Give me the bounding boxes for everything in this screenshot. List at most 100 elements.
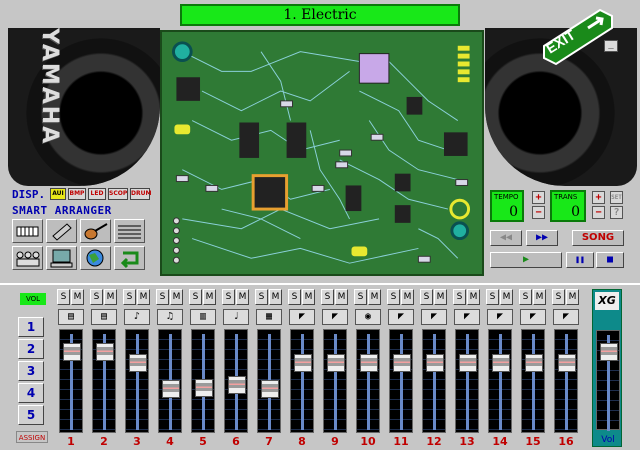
solo-button[interactable]: S [123, 289, 136, 305]
score-icon[interactable] [114, 219, 145, 243]
forward-button[interactable]: ▶▶ [526, 230, 558, 246]
disp-mode-aui[interactable]: AUI [50, 188, 66, 200]
mute-button[interactable]: M [104, 289, 117, 305]
channel-strip-5: S M ▥ 5 [188, 289, 218, 449]
guitar-icon[interactable]: ♪ [124, 309, 150, 325]
tempo-minus-button[interactable]: − [532, 206, 545, 219]
mute-button[interactable]: M [368, 289, 381, 305]
piano-icon[interactable]: ▤ [91, 309, 117, 325]
pause-button[interactable]: ❚❚ [566, 252, 594, 268]
gun-icon[interactable]: ◤ [388, 309, 414, 325]
organ-icon[interactable]: ▦ [256, 309, 282, 325]
solo-button[interactable]: S [354, 289, 367, 305]
fader-knob[interactable] [63, 343, 81, 361]
drum-icon[interactable]: ◉ [355, 309, 381, 325]
solo-button[interactable]: S [552, 289, 565, 305]
gun-icon[interactable]: ◤ [322, 309, 348, 325]
mute-button[interactable]: M [434, 289, 447, 305]
mute-button[interactable]: M [71, 289, 84, 305]
trans-minus-button[interactable]: − [592, 206, 605, 219]
help-button[interactable]: ? [610, 206, 623, 219]
fader-knob[interactable] [525, 354, 543, 372]
group-button-2[interactable]: 2 [18, 339, 44, 359]
assign-button[interactable]: ASSIGN [16, 431, 48, 443]
trans-plus-button[interactable]: + [592, 191, 605, 204]
tempo-plus-button[interactable]: + [532, 191, 545, 204]
gun-icon[interactable]: ◤ [553, 309, 579, 325]
tools-icon[interactable] [46, 219, 77, 243]
solo-button[interactable]: S [57, 289, 70, 305]
solo-button[interactable]: S [90, 289, 103, 305]
group-button-1[interactable]: 1 [18, 317, 44, 337]
brass-icon[interactable]: ♩ [223, 309, 249, 325]
fader-knob[interactable] [129, 354, 147, 372]
mute-button[interactable]: M [203, 289, 216, 305]
solo-button[interactable]: S [387, 289, 400, 305]
solo-button[interactable]: S [486, 289, 499, 305]
mute-button[interactable]: M [533, 289, 546, 305]
mute-button[interactable]: M [335, 289, 348, 305]
bass-icon[interactable]: ♫ [157, 309, 183, 325]
transport-panel: TEMPO 0 + − TRANS 0 + − SET ? ◀◀ ▶▶ SONG… [486, 186, 632, 274]
gun-icon[interactable]: ◤ [454, 309, 480, 325]
play-button[interactable]: ▶ [490, 252, 562, 268]
solo-button[interactable]: S [321, 289, 334, 305]
mute-button[interactable]: M [236, 289, 249, 305]
disp-mode-scop[interactable]: SCOP [108, 188, 128, 200]
loop-icon[interactable] [114, 246, 145, 270]
solo-button[interactable]: S [156, 289, 169, 305]
mute-button[interactable]: M [137, 289, 150, 305]
gun-icon[interactable]: ◤ [487, 309, 513, 325]
keyboard-icon[interactable] [12, 219, 43, 243]
fader-knob[interactable] [426, 354, 444, 372]
strings-icon[interactable]: ▥ [190, 309, 216, 325]
solo-button[interactable]: S [222, 289, 235, 305]
disp-mode-led[interactable]: LED [88, 188, 106, 200]
group-button-3[interactable]: 3 [18, 361, 44, 381]
rewind-button[interactable]: ◀◀ [490, 230, 522, 246]
mute-button[interactable]: M [269, 289, 282, 305]
solo-button[interactable]: S [519, 289, 532, 305]
solo-button[interactable]: S [420, 289, 433, 305]
minimize-button[interactable]: _ [604, 40, 618, 52]
exit-sign-icon[interactable]: EXIT [540, 6, 616, 68]
disp-mode-bmp[interactable]: BMP [68, 188, 86, 200]
fader-knob[interactable] [492, 354, 510, 372]
solo-button[interactable]: S [453, 289, 466, 305]
fader-knob[interactable] [96, 343, 114, 361]
computer-icon[interactable] [46, 246, 77, 270]
mute-button[interactable]: M [302, 289, 315, 305]
fader-knob[interactable] [558, 354, 576, 372]
group-button-4[interactable]: 4 [18, 383, 44, 403]
solo-button[interactable]: S [189, 289, 202, 305]
gun-icon[interactable]: ◤ [520, 309, 546, 325]
fader-knob[interactable] [162, 380, 180, 398]
mute-button[interactable]: M [170, 289, 183, 305]
gun-icon[interactable]: ◤ [289, 309, 315, 325]
fader-knob[interactable] [327, 354, 345, 372]
piano-icon[interactable]: ▤ [58, 309, 84, 325]
fader-knob[interactable] [393, 354, 411, 372]
globe-icon[interactable] [80, 246, 111, 270]
group-button-5[interactable]: 5 [18, 405, 44, 425]
song-button[interactable]: SONG [572, 230, 624, 246]
guitar-icon[interactable] [80, 219, 111, 243]
fader-knob[interactable] [360, 354, 378, 372]
mute-button[interactable]: M [467, 289, 480, 305]
mute-button[interactable]: M [500, 289, 513, 305]
solo-button[interactable]: S [255, 289, 268, 305]
mute-button[interactable]: M [566, 289, 579, 305]
master-fader-knob[interactable] [600, 343, 618, 361]
fader-knob[interactable] [195, 379, 213, 397]
fader-knob[interactable] [459, 354, 477, 372]
gun-icon[interactable]: ◤ [421, 309, 447, 325]
fader-knob[interactable] [228, 376, 246, 394]
mute-button[interactable]: M [401, 289, 414, 305]
solo-button[interactable]: S [288, 289, 301, 305]
set-button[interactable]: SET [610, 191, 623, 204]
stop-button[interactable]: ■ [596, 252, 624, 268]
band-icon[interactable] [12, 246, 43, 270]
fader-knob[interactable] [294, 354, 312, 372]
disp-mode-drum[interactable]: DRUM [130, 188, 151, 200]
fader-knob[interactable] [261, 380, 279, 398]
